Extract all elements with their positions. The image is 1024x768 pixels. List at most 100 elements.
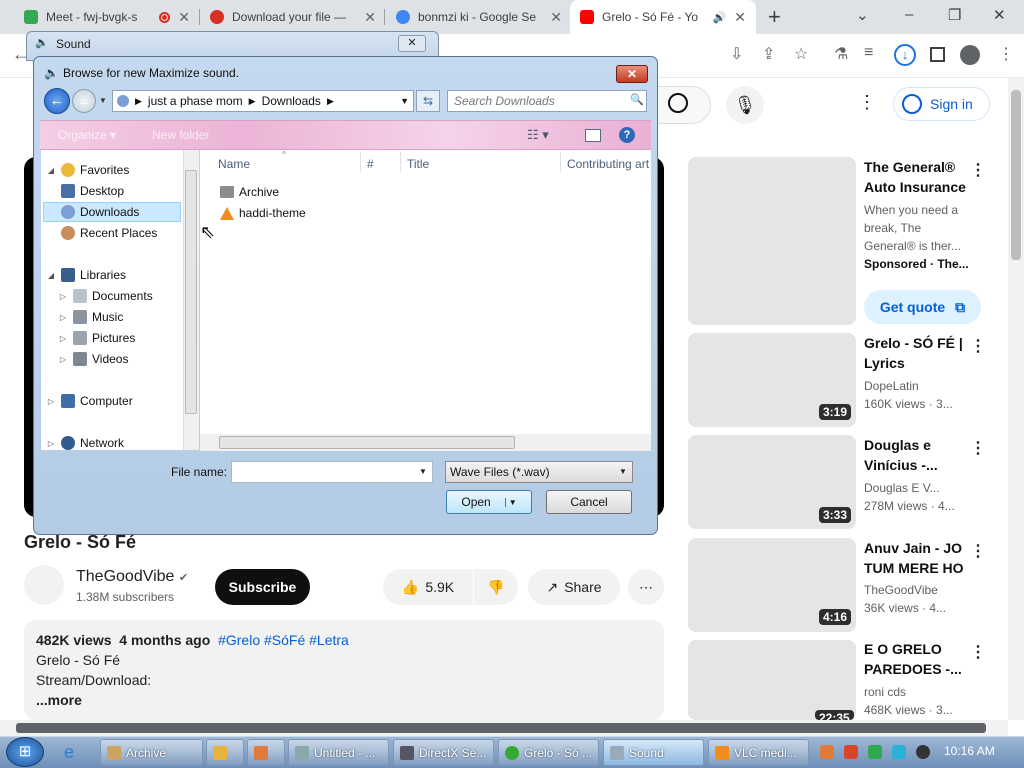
related-video-title[interactable]: E O GRELO PAREDOES -... (864, 639, 974, 679)
address-bar[interactable]: ▶ just a phase mom ▶ Downloads ▶ ▼ (112, 90, 414, 112)
taskbar-directx[interactable]: DirectX Se... (393, 739, 494, 766)
dialog-close-button[interactable]: ✕ (616, 65, 648, 83)
get-quote-button[interactable]: Get quote ⧉ (864, 290, 981, 324)
video-menu-icon[interactable]: ⋮ (970, 336, 986, 356)
video-menu-icon[interactable]: ⋮ (970, 642, 986, 662)
like-button[interactable]: 👍 5.9K (383, 569, 473, 605)
related-channel[interactable]: Douglas E V... (864, 479, 940, 497)
download-icon[interactable]: ↓ (894, 44, 916, 66)
nav-computer[interactable]: ▷ Computer (46, 391, 133, 411)
nav-favorites[interactable]: ◢ Favorites (46, 160, 129, 180)
share-icon[interactable]: ⇪ (762, 44, 775, 64)
taskbar-clock[interactable]: 10:16 AM (944, 744, 995, 758)
close-tab-icon[interactable]: ✕ (364, 9, 376, 26)
column-divider[interactable] (560, 152, 561, 172)
star-icon[interactable]: ☆ (794, 44, 808, 64)
related-channel[interactable]: roni cds (864, 683, 906, 701)
tray-app-icon[interactable] (820, 745, 834, 759)
restore-button[interactable]: ❐ (948, 6, 961, 24)
hashtags[interactable]: #Grelo #SóFé #Letra (218, 632, 349, 648)
taskbar-vlc[interactable]: VLC medi... (708, 739, 809, 766)
column-track-number[interactable]: # (367, 157, 374, 171)
video-menu-icon[interactable]: ⋮ (970, 541, 986, 561)
profile-icon[interactable] (960, 45, 980, 65)
voice-search-button[interactable]: 🎙 (726, 86, 764, 124)
share-button[interactable]: ↗ Share (528, 569, 620, 605)
subscribe-button[interactable]: Subscribe (215, 569, 310, 605)
audio-playing-icon[interactable]: 🔊 (713, 11, 727, 24)
address-dropdown-icon[interactable]: ▼ (400, 96, 409, 106)
views-icon[interactable]: ☷ ▾ (527, 127, 549, 143)
nav-recent-places[interactable]: Recent Places (61, 223, 157, 243)
column-divider[interactable] (360, 152, 361, 172)
cancel-button[interactable]: Cancel (546, 490, 632, 514)
file-item-haddi-theme[interactable]: haddi-theme (220, 203, 306, 223)
new-folder-button[interactable]: New folder (152, 128, 209, 142)
taskbar-archive[interactable]: Archive (100, 739, 203, 766)
related-channel[interactable]: DopeLatin (864, 377, 919, 395)
breadcrumb-user[interactable]: just a phase mom (148, 94, 243, 108)
sidepanel-icon[interactable] (930, 47, 945, 62)
nav-libraries[interactable]: ◢ Libraries (46, 265, 126, 285)
taskbar-sound[interactable]: Sound (603, 739, 704, 766)
nav-network[interactable]: ▷ Network (46, 433, 124, 453)
taskbar-paint[interactable] (247, 739, 285, 766)
tab-youtube[interactable]: Grelo - Só Fé - Yo 🔊 ✕ (570, 0, 756, 34)
horizontal-scroll-thumb[interactable] (16, 723, 986, 733)
nav-pictures[interactable]: ▷ Pictures (58, 328, 135, 348)
search-downloads-input[interactable]: Search Downloads (447, 90, 647, 112)
open-button[interactable]: Open ▼ (446, 490, 532, 514)
file-list-scroll-thumb[interactable] (219, 436, 515, 449)
preview-pane-icon[interactable] (585, 129, 601, 142)
close-window-button[interactable]: ✕ (993, 6, 1006, 24)
column-name[interactable]: Name (218, 157, 250, 171)
close-tab-icon[interactable]: ✕ (550, 9, 562, 26)
nav-desktop[interactable]: Desktop (61, 181, 124, 201)
video-menu-icon[interactable]: ⋮ (970, 438, 986, 458)
tab-meet[interactable]: Meet - fwj-bvgk-s ✕ (14, 0, 200, 34)
tray-battery-icon[interactable] (868, 745, 882, 759)
forward-button[interactable]: → (72, 89, 96, 113)
related-video-title[interactable]: Anuv Jain - JO TUM MERE HO (864, 538, 974, 578)
close-tab-icon[interactable]: ✕ (178, 9, 190, 26)
video-thumbnail[interactable] (688, 640, 856, 720)
close-tab-icon[interactable]: ✕ (734, 9, 746, 26)
vertical-scroll-thumb[interactable] (1011, 90, 1021, 260)
channel-name[interactable]: TheGoodVibe ✔ (76, 568, 188, 586)
channel-avatar[interactable] (24, 565, 64, 605)
nav-downloads[interactable]: Downloads (61, 202, 139, 222)
tray-volume-icon[interactable] (916, 745, 930, 759)
column-title[interactable]: Title (407, 157, 429, 171)
column-divider[interactable] (400, 152, 401, 172)
nav-music[interactable]: ▷ Music (58, 307, 123, 327)
minimize-button[interactable]: – (905, 6, 913, 23)
open-split-arrow-icon[interactable]: ▼ (504, 497, 517, 507)
related-video-title[interactable]: Grelo - SÓ FÉ | Lyrics (864, 333, 974, 373)
taskbar-untitled[interactable]: Untitled - ... (288, 739, 389, 766)
file-type-dropdown-icon[interactable]: ▼ (619, 467, 627, 476)
taskbar-chrome[interactable]: Grelo - Só ... (498, 739, 599, 766)
column-contributing-artists[interactable]: Contributing art (567, 157, 651, 171)
breadcrumb-downloads[interactable]: Downloads (262, 94, 321, 108)
new-tab-button[interactable]: + (768, 4, 781, 30)
file-type-select[interactable]: Wave Files (*.wav) (445, 461, 633, 483)
settings-menu-icon[interactable]: ⋮ (858, 92, 876, 113)
dislike-button[interactable]: 👎 (474, 569, 518, 605)
ad-title[interactable]: The General® Auto Insurance (864, 157, 974, 197)
ad-menu-icon[interactable]: ⋮ (970, 160, 986, 180)
back-button[interactable]: ← (44, 88, 70, 114)
show-more-link[interactable]: ...more (36, 690, 652, 710)
tray-network-icon[interactable] (892, 745, 906, 759)
extension-icon[interactable]: ⚗ (834, 44, 848, 64)
reading-list-icon[interactable]: ≡ (864, 44, 873, 62)
description-box[interactable]: 482K views 4 months ago #Grelo #SóFé #Le… (24, 620, 664, 720)
start-button[interactable]: ⊞ (6, 737, 44, 767)
taskbar-media-player[interactable] (206, 739, 244, 766)
file-item-archive[interactable]: Archive (220, 182, 279, 202)
search-icon[interactable]: 🔍 (630, 93, 644, 106)
related-video-title[interactable]: Douglas e Vinícius -... (864, 435, 974, 475)
more-actions-button[interactable]: ⋯ (628, 569, 664, 605)
refresh-button[interactable]: ⇆ (416, 90, 440, 112)
tray-app-icon[interactable] (844, 745, 858, 759)
tab-download[interactable]: Download your file — ✕ (200, 0, 386, 34)
